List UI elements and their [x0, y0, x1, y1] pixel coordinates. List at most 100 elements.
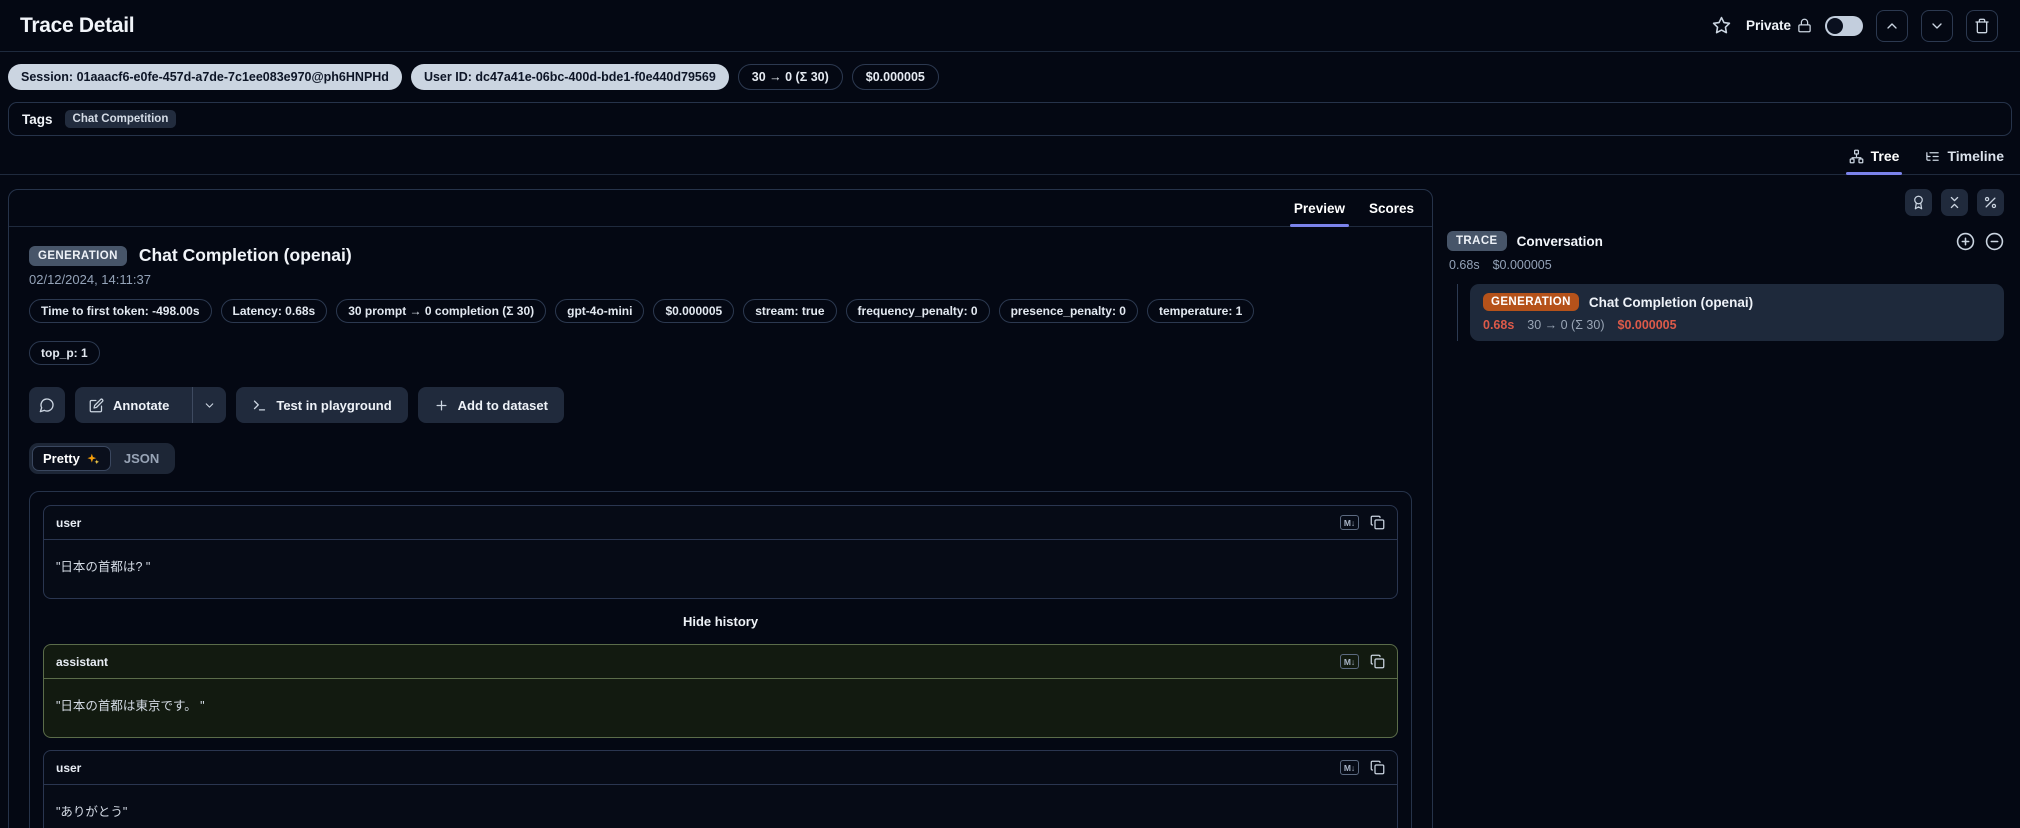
comment-bubble-icon: [39, 398, 54, 413]
plus-circle-icon[interactable]: [1956, 232, 1975, 251]
scores-toggle-button[interactable]: [1905, 189, 1932, 216]
annotate-pen-icon: [89, 398, 104, 412]
delete-trace-button[interactable]: [1966, 9, 1998, 42]
metric-badge: temperature: 1: [1146, 299, 1255, 323]
copy-button[interactable]: [1370, 654, 1385, 669]
fold-vertical-icon: [1950, 196, 1959, 209]
trash-icon: [1975, 18, 1989, 33]
markdown-toggle-button[interactable]: M↓: [1340, 654, 1359, 669]
next-trace-button[interactable]: [1921, 9, 1953, 42]
tab-tree-label: Tree: [1870, 148, 1900, 164]
observation-panel: Preview Scores GENERATION Chat Completio…: [8, 189, 1433, 828]
minus-circle-icon[interactable]: [1985, 232, 2004, 251]
trace-metrics: 0.68s $0.000005: [1447, 258, 2004, 272]
format-toggle: Pretty JSON: [29, 443, 176, 474]
copy-button[interactable]: [1370, 515, 1385, 530]
add-to-dataset-button[interactable]: Add to dataset: [417, 387, 564, 423]
timeline-icon: [1926, 151, 1940, 161]
annotate-dropdown[interactable]: [192, 387, 226, 423]
tree-toolbar: [1447, 189, 2004, 216]
chevron-up-icon: [1887, 22, 1897, 29]
view-tabs: Tree Timeline: [0, 148, 2020, 175]
message-role: assistant: [56, 654, 109, 669]
tab-tree[interactable]: Tree: [1845, 148, 1903, 175]
trace-node[interactable]: TRACE Conversation: [1447, 231, 2004, 251]
metrics-toggle-button[interactable]: [1977, 189, 2004, 216]
metric-badge: $0.000005: [653, 299, 735, 323]
observation-title: Chat Completion (openai): [138, 245, 352, 265]
copy-icon: [1370, 654, 1385, 669]
markdown-toggle-button[interactable]: M↓: [1340, 515, 1359, 530]
chevron-down-icon: [206, 402, 214, 408]
metric-badge: Time to first token: -498.00s: [29, 299, 212, 323]
session-badge[interactable]: Session: 01aaacf6-e0fe-457d-a7de-7c1ee08…: [8, 64, 402, 90]
node-latency: 0.68s: [1483, 318, 1515, 332]
pretty-label: Pretty: [43, 451, 80, 466]
bookmark-star-button[interactable]: [1710, 14, 1733, 37]
chevron-down-icon: [1932, 22, 1942, 29]
markdown-toggle-button[interactable]: M↓: [1340, 760, 1359, 775]
copy-icon: [1370, 760, 1385, 775]
plus-icon: [436, 400, 447, 410]
metric-badge: presence_penalty: 0: [998, 299, 1138, 323]
test-in-playground-button[interactable]: Test in playground: [236, 387, 408, 423]
tags-bar: Tags Chat Competition: [8, 102, 2012, 136]
generation-node-selected[interactable]: GENERATION Chat Completion (openai) 0.68…: [1470, 284, 2004, 341]
metric-badge: stream: true: [743, 299, 837, 323]
terminal-icon: [254, 400, 266, 410]
observation-timestamp: 02/12/2024, 14:11:37: [29, 272, 151, 287]
node-tokens: 30 → 0 (Σ 30): [1527, 318, 1605, 332]
messages-container: user M↓ "日本の首都は? " Hide history assistan…: [29, 491, 1412, 828]
user-id-badge[interactable]: User ID: dc47a41e-06bc-400d-bde1-f0e440d…: [410, 64, 729, 90]
lock-icon: [1798, 18, 1811, 33]
tab-timeline-label: Timeline: [1947, 148, 2004, 164]
page-title: Trace Detail: [20, 13, 135, 37]
add-to-dataset-label: Add to dataset: [457, 397, 548, 413]
privacy-label: Private: [1745, 18, 1791, 33]
format-pretty[interactable]: Pretty: [32, 446, 111, 471]
message-user-1: user M↓ "日本の首都は? ": [43, 505, 1398, 599]
generation-type-badge: GENERATION: [29, 245, 127, 266]
sparkles-icon: [87, 453, 99, 464]
tab-preview[interactable]: Preview: [1289, 190, 1350, 227]
tab-scores[interactable]: Scores: [1369, 190, 1414, 226]
format-json[interactable]: JSON: [111, 446, 172, 471]
cost-badge: $0.000005: [851, 64, 939, 90]
copy-icon: [1370, 515, 1385, 530]
message-content: "ありがとう": [56, 805, 128, 819]
tree-children: GENERATION Chat Completion (openai) 0.68…: [1457, 284, 2004, 341]
message-role: user: [56, 760, 82, 775]
metric-badge: top_p: 1: [29, 341, 100, 365]
annotate-button[interactable]: Annotate: [75, 387, 227, 423]
tree-icon: [1849, 149, 1864, 163]
trace-id-badges: Session: 01aaacf6-e0fe-457d-a7de-7c1ee08…: [0, 52, 2020, 100]
comment-button[interactable]: [29, 387, 65, 423]
hide-history-button[interactable]: Hide history: [43, 614, 1398, 629]
star-icon: [1712, 16, 1731, 34]
node-cost: $0.000005: [1617, 318, 1677, 332]
public-toggle[interactable]: [1825, 15, 1863, 36]
message-role: user: [56, 515, 82, 530]
collapse-all-button[interactable]: [1941, 189, 1968, 216]
message-content: "日本の首都は? ": [56, 560, 151, 574]
annotate-label: Annotate: [113, 397, 170, 413]
message-assistant: assistant M↓ "日本の首都は東京です。 ": [43, 644, 1398, 738]
message-user-2: user M↓ "ありがとう": [43, 750, 1398, 828]
page-header: Trace Detail Private: [0, 0, 2020, 52]
trace-cost: $0.000005: [1492, 258, 1552, 272]
generation-node-metrics: 0.68s 30 → 0 (Σ 30) $0.000005: [1483, 318, 1991, 332]
metric-badges: Time to first token: -498.00s Latency: 0…: [29, 299, 1412, 365]
trace-title: Conversation: [1516, 233, 1603, 249]
tag-chip[interactable]: Chat Competition: [64, 110, 177, 128]
copy-button[interactable]: [1370, 760, 1385, 775]
award-icon: [1914, 195, 1923, 210]
generation-node-title: Chat Completion (openai): [1588, 294, 1754, 310]
metric-badge: 30 prompt → 0 completion (Σ 30): [336, 299, 547, 323]
prev-trace-button[interactable]: [1876, 9, 1908, 42]
tab-timeline[interactable]: Timeline: [1925, 148, 2004, 174]
metric-badge: Latency: 0.68s: [220, 299, 328, 323]
token-usage-badge: 30 → 0 (Σ 30): [737, 64, 843, 90]
generation-node-badge: GENERATION: [1483, 293, 1579, 311]
action-buttons: Annotate Test in playground Add to datas…: [29, 387, 1412, 423]
playground-label: Test in playground: [276, 397, 392, 413]
